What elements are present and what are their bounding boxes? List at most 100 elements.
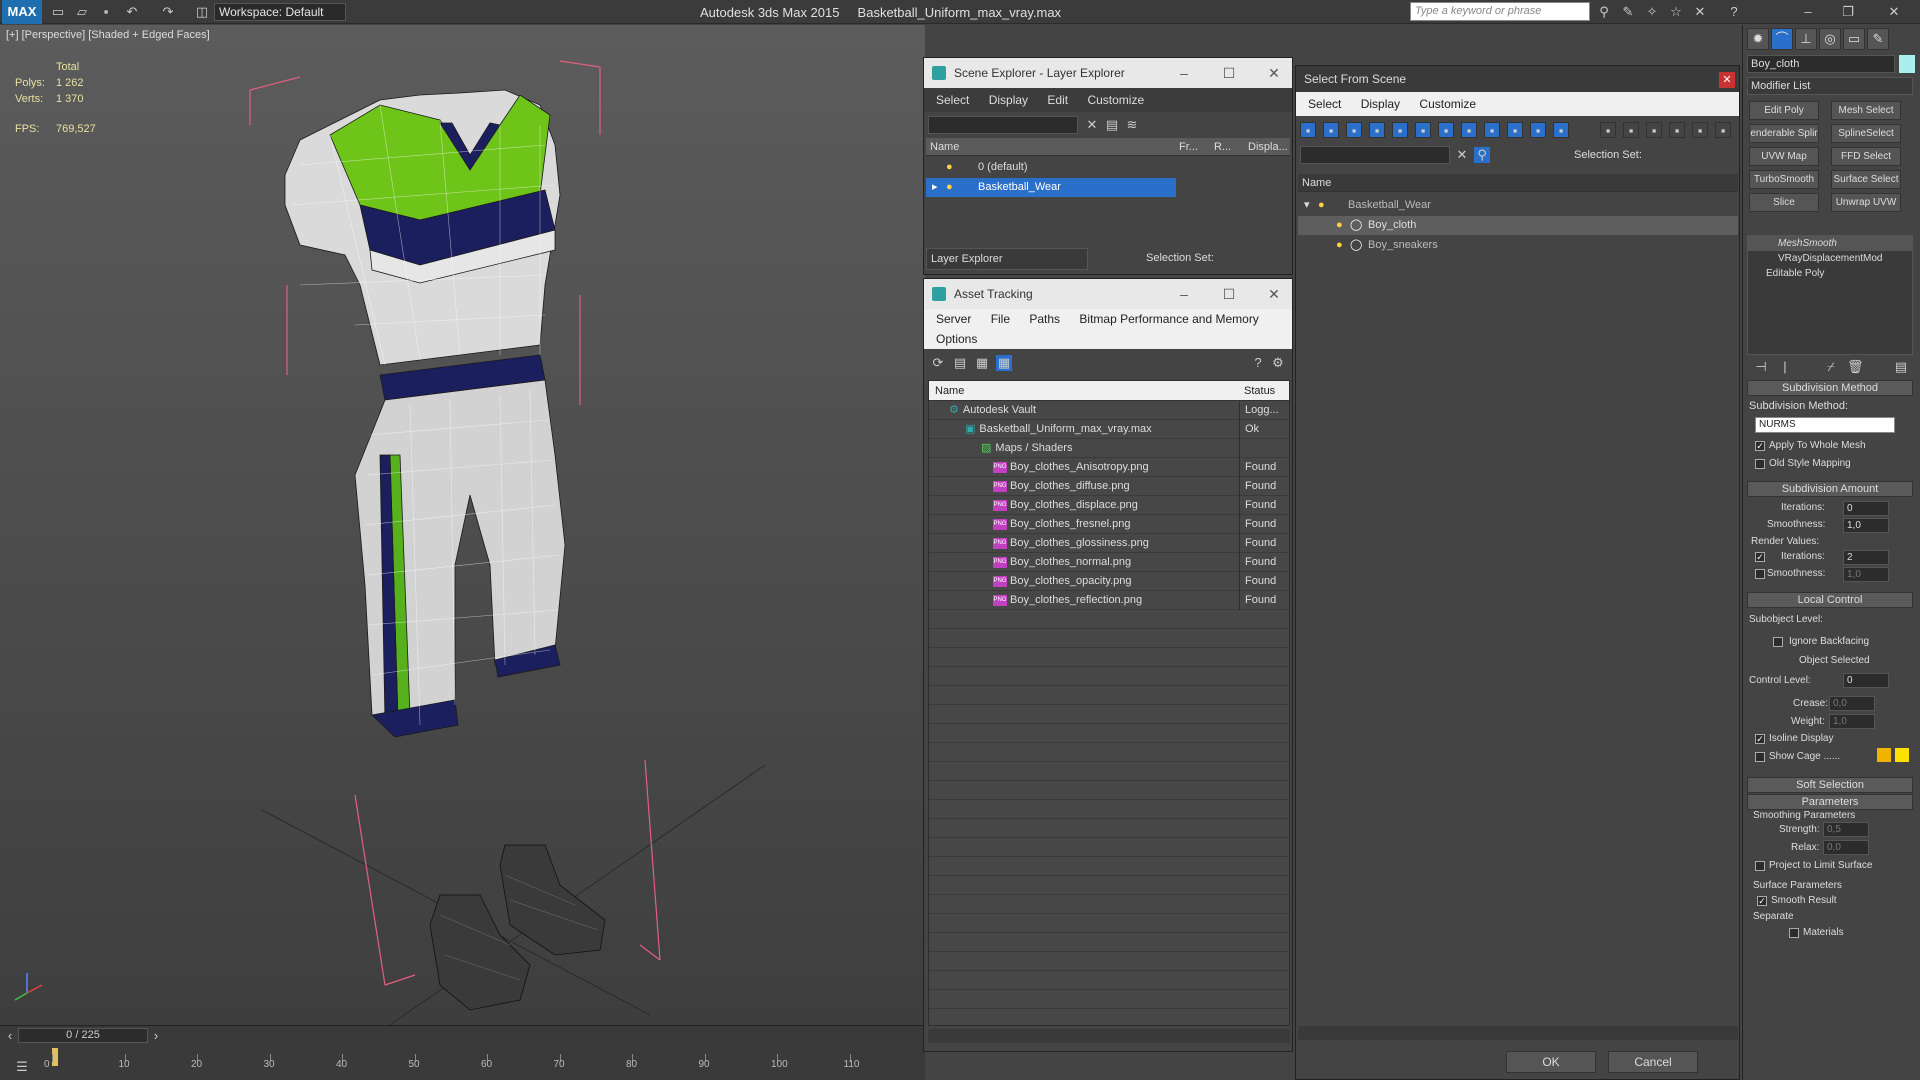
select-invert-icon[interactable]: ▪: [1646, 122, 1662, 138]
modifier-button[interactable]: FFD Select: [1831, 147, 1901, 166]
rollout-parameters[interactable]: Parameters: [1747, 794, 1913, 810]
menu-display[interactable]: Display: [989, 93, 1028, 107]
isoline-display-checkbox[interactable]: ✓: [1755, 734, 1765, 744]
subdivision-method-select[interactable]: NURMS: [1755, 417, 1895, 433]
col-freeze[interactable]: Fr...: [1179, 138, 1198, 156]
name-column-header[interactable]: Name: [1298, 174, 1738, 192]
modifier-button[interactable]: Mesh Select: [1831, 101, 1901, 120]
display-spacewarps-icon[interactable]: ▪: [1415, 122, 1431, 138]
display-shapes-icon[interactable]: ▪: [1323, 122, 1339, 138]
materials-checkbox[interactable]: [1789, 928, 1799, 938]
layer-column-header[interactable]: Name Fr... R... Displa...: [926, 138, 1290, 156]
modifier-button[interactable]: SplineSelect: [1831, 124, 1901, 143]
tree-object-row[interactable]: ● ◯ Boy_cloth: [1298, 216, 1738, 235]
close-icon[interactable]: ✕: [1719, 72, 1735, 88]
minimize-icon[interactable]: –: [1800, 4, 1816, 20]
relax-spinner[interactable]: 0,0: [1823, 840, 1869, 855]
redo-icon[interactable]: ↷: [160, 4, 176, 20]
object-name[interactable]: Boy_cloth: [1368, 216, 1416, 235]
filter-icon[interactable]: ▤: [1104, 117, 1120, 133]
asset-row[interactable]: PNG Boy_clothes_glossiness.png Found: [929, 534, 1289, 553]
modify-tab-icon[interactable]: ⌒: [1771, 28, 1793, 50]
help-icon[interactable]: ?: [1250, 355, 1266, 371]
rollout-local-control[interactable]: Local Control: [1747, 592, 1913, 608]
stack-item-editable-poly[interactable]: Editable Poly: [1748, 266, 1912, 281]
pin-stack-icon[interactable]: ⊣: [1753, 359, 1769, 375]
workspace-dropdown[interactable]: Workspace: Default: [214, 3, 346, 21]
menu-display[interactable]: Display: [1361, 97, 1400, 111]
display-containers-icon[interactable]: ▪: [1507, 122, 1523, 138]
menu-paths[interactable]: Paths: [1029, 312, 1060, 326]
asset-row[interactable]: PNG Boy_clothes_fresnel.png Found: [929, 515, 1289, 534]
display-cameras-icon[interactable]: ▪: [1369, 122, 1385, 138]
col-render[interactable]: R...: [1214, 138, 1231, 156]
binoculars-icon[interactable]: ⚲: [1596, 4, 1612, 20]
motion-tab-icon[interactable]: ◎: [1819, 28, 1841, 50]
col-status[interactable]: Status: [1244, 381, 1275, 401]
asset-row[interactable]: ▨ Maps / Shaders: [929, 439, 1289, 458]
cage-color-swatch-2[interactable]: [1895, 748, 1909, 762]
save-icon[interactable]: ▪: [98, 4, 114, 20]
select-all-icon[interactable]: ▪: [1600, 122, 1616, 138]
tools-icon[interactable]: ✎: [1620, 4, 1636, 20]
close-icon[interactable]: ✕: [1254, 279, 1294, 309]
modifier-button[interactable]: Edit Poly: [1749, 101, 1819, 120]
menu-customize[interactable]: Customize: [1419, 97, 1476, 111]
horizontal-scrollbar[interactable]: [928, 1029, 1290, 1043]
crease-spinner[interactable]: 0,0: [1829, 696, 1875, 711]
new-file-icon[interactable]: ▭: [50, 4, 66, 20]
modifier-button[interactable]: Surface Select: [1831, 170, 1901, 189]
lightbulb-icon[interactable]: ●: [1318, 196, 1325, 215]
settings-icon[interactable]: ⚙: [1270, 355, 1286, 371]
display-lights-icon[interactable]: ▪: [1346, 122, 1362, 138]
viewport-label[interactable]: [+] [Perspective] [Shaded + Edged Faces]: [6, 29, 210, 41]
collapse-arrow-icon[interactable]: ▾: [1304, 196, 1310, 215]
asset-tracking-titlebar[interactable]: Asset Tracking – ☐ ✕: [924, 279, 1292, 309]
old-style-mapping-checkbox[interactable]: [1755, 459, 1765, 469]
asset-row[interactable]: PNG Boy_clothes_normal.png Found: [929, 553, 1289, 572]
menu-file[interactable]: File: [991, 312, 1010, 326]
modifier-button[interactable]: enderable Splir: [1749, 124, 1819, 143]
modifier-button[interactable]: TurboSmooth: [1749, 170, 1819, 189]
col-name[interactable]: Name: [935, 381, 964, 401]
mini-listener-icon[interactable]: ☰: [14, 1059, 30, 1075]
layer-name[interactable]: Basketball_Wear: [978, 178, 1061, 197]
timeline[interactable]: ‹ 0 / 225 › 0 10 20 30 40 50 60 70 80 90 100 110 ☰: [0, 1025, 925, 1080]
display-bones-icon[interactable]: ▪: [1484, 122, 1500, 138]
help-icon[interactable]: ?: [1726, 4, 1742, 20]
smoothness-spinner[interactable]: 1,0: [1843, 518, 1889, 533]
filter-icon[interactable]: ⚲: [1474, 147, 1490, 163]
configure-sets-icon[interactable]: ▤: [1893, 359, 1909, 375]
show-cage-checkbox[interactable]: [1755, 752, 1765, 762]
select-none-icon[interactable]: ▪: [1623, 122, 1639, 138]
menu-select[interactable]: Select: [936, 93, 969, 107]
table-view-icon[interactable]: ▦: [996, 355, 1012, 371]
restore-icon[interactable]: ❐: [1840, 4, 1856, 20]
remove-modifier-icon[interactable]: 🗑: [1847, 359, 1864, 375]
asset-row[interactable]: PNG Boy_clothes_Anisotropy.png Found: [929, 458, 1289, 477]
filter-icon[interactable]: ▪: [1669, 122, 1685, 138]
clear-icon[interactable]: ✕: [1084, 117, 1100, 133]
asset-row[interactable]: PNG Boy_clothes_displace.png Found: [929, 496, 1289, 515]
weight-spinner[interactable]: 1,0: [1829, 714, 1875, 729]
layer-row-default[interactable]: ● 0 (default): [926, 158, 1290, 177]
lightbulb-icon[interactable]: ●: [946, 178, 953, 197]
close-icon[interactable]: ✕: [1254, 58, 1294, 88]
display-geometry-icon[interactable]: ▪: [1300, 122, 1316, 138]
close-x-icon[interactable]: ✕: [1692, 4, 1708, 20]
menu-server[interactable]: Server: [936, 312, 971, 326]
asset-row[interactable]: PNG Boy_clothes_diffuse.png Found: [929, 477, 1289, 496]
modifier-list-dropdown[interactable]: Modifier List: [1747, 77, 1913, 95]
maximize-icon[interactable]: ☐: [1209, 279, 1249, 309]
asset-row[interactable]: ▣ Basketball_Uniform_max_vray.max Ok: [929, 420, 1289, 439]
tree-object-row[interactable]: ● ◯ Boy_sneakers: [1298, 236, 1738, 255]
collapse-icon[interactable]: ▪: [1715, 122, 1731, 138]
menu-bitmap[interactable]: Bitmap Performance and Memory: [1079, 312, 1258, 326]
make-unique-icon[interactable]: ⌿: [1823, 359, 1839, 375]
horizontal-scrollbar[interactable]: [1298, 1026, 1738, 1040]
project-limit-surface-checkbox[interactable]: [1755, 861, 1765, 871]
display-groups-icon[interactable]: ▪: [1438, 122, 1454, 138]
apply-whole-mesh-checkbox[interactable]: ✓: [1755, 441, 1765, 451]
refresh-icon[interactable]: ⟳: [930, 355, 946, 371]
show-end-result-icon[interactable]: |: [1777, 359, 1793, 375]
